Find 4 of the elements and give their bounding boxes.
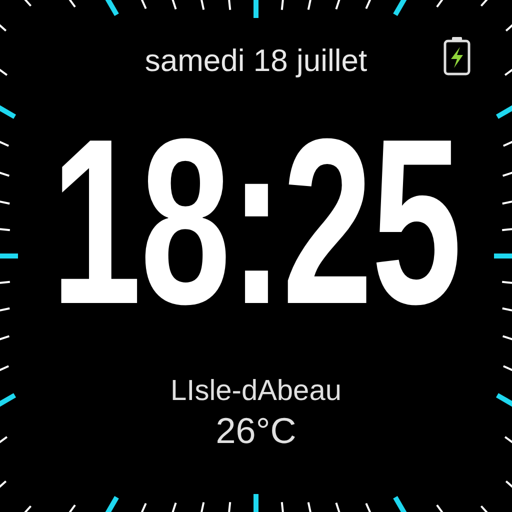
location-label: LIsle-dAbeau xyxy=(170,374,342,408)
time-display: 18:25 xyxy=(51,122,461,322)
date-label: samedi 18 juillet xyxy=(144,42,368,80)
temperature-label: 26°C xyxy=(216,410,296,452)
